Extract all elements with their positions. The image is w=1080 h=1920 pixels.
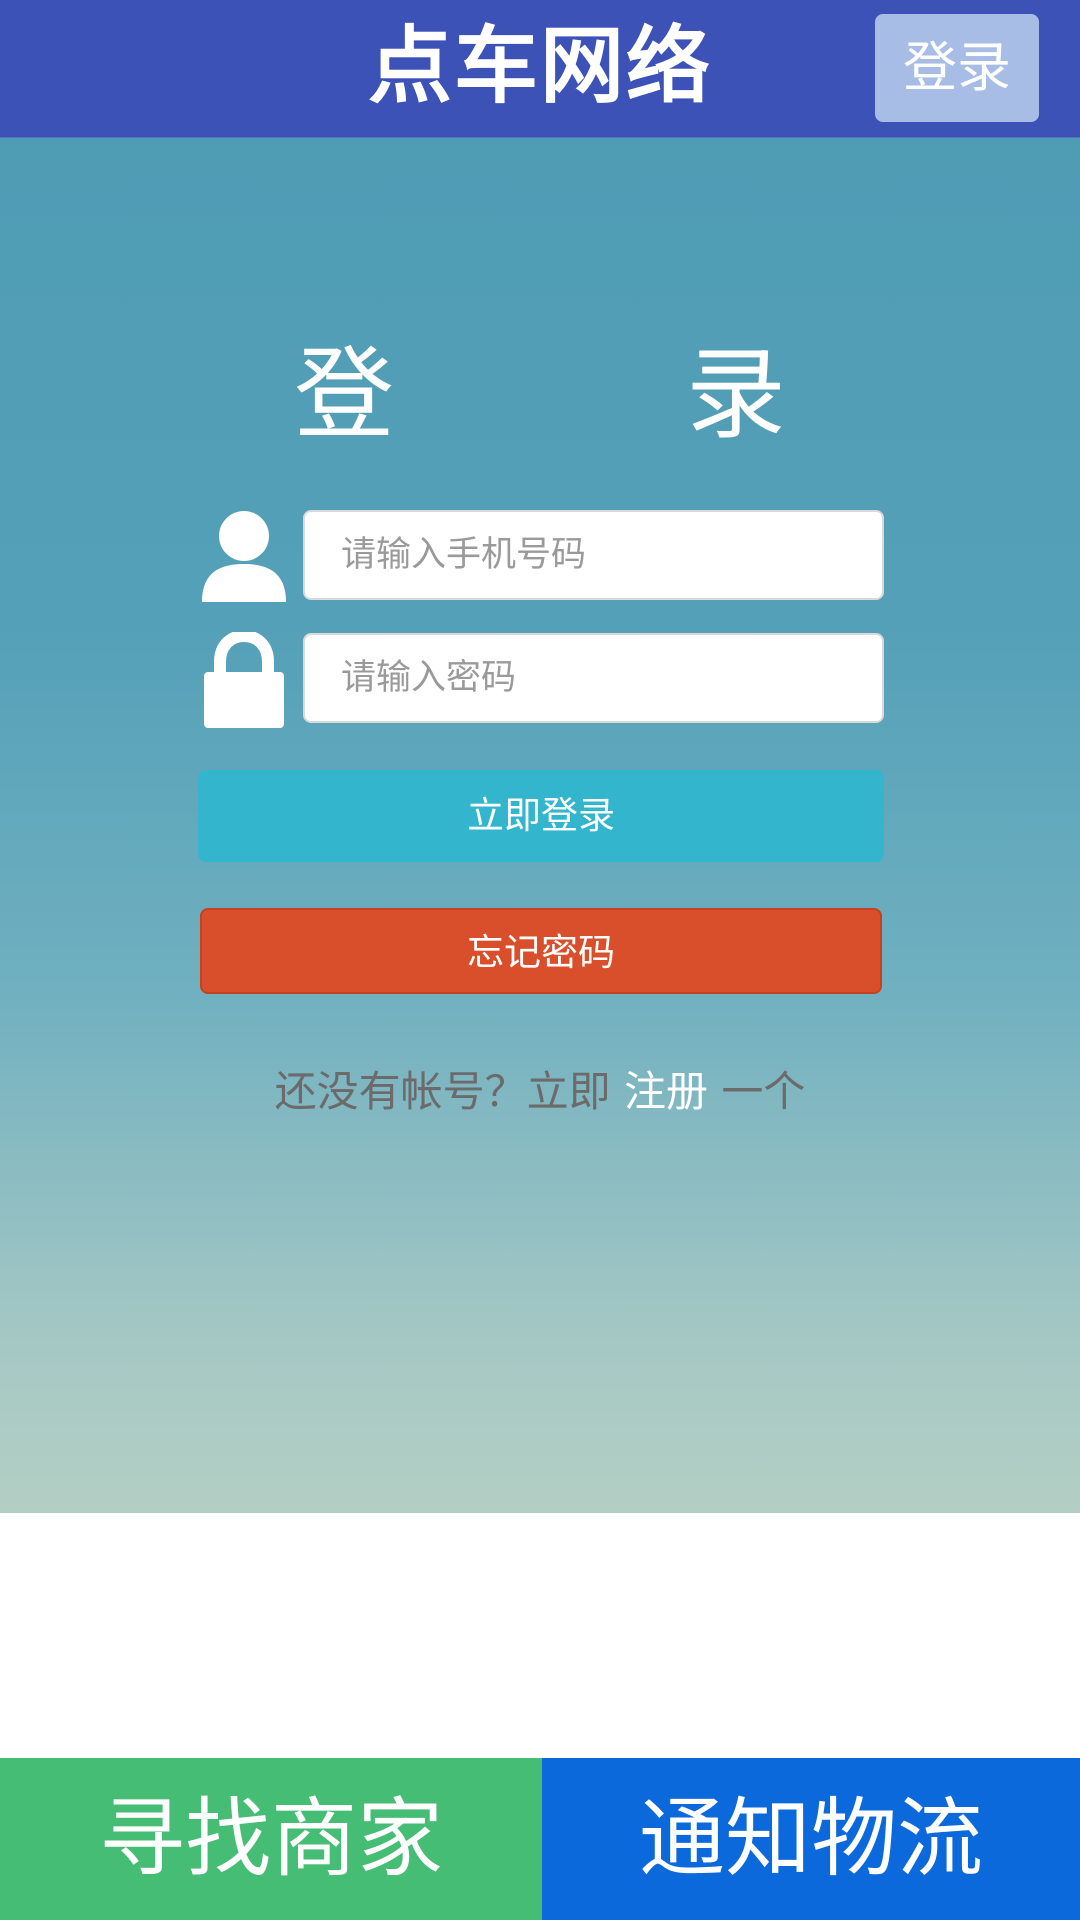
login-title: 登 录 — [294, 336, 916, 453]
notify-logistics-button[interactable]: 通知物流 — [542, 1758, 1080, 1920]
register-prompt: 还没有帐号？立即 注册 一个 — [0, 1058, 1080, 1119]
header-login-button[interactable]: 登录 — [875, 14, 1039, 122]
user-icon — [202, 511, 286, 602]
phone-input[interactable]: 请输入手机号码 — [303, 510, 884, 600]
login-submit-button[interactable]: 立即登录 — [198, 770, 884, 862]
top-app-bar: 点车网络 登录 — [0, 0, 1080, 138]
login-panel: 登 录 请输入手机号码 请输入密码 立即登录 忘记密码 还没有帐号？立即 注册 … — [0, 138, 1080, 1513]
password-input[interactable]: 请输入密码 — [303, 633, 884, 723]
register-link[interactable]: 注册 — [624, 1067, 708, 1116]
register-prefix: 还没有帐号？立即 — [274, 1067, 611, 1116]
page: 点车网络 登录 登 录 请输入手机号码 请输入密码 立即登录 忘记密码 还没有帐… — [0, 0, 1080, 1920]
find-merchant-button[interactable]: 寻找商家 — [0, 1758, 542, 1920]
forgot-password-button[interactable]: 忘记密码 — [200, 908, 882, 994]
register-suffix: 一个 — [721, 1067, 806, 1116]
lock-icon — [204, 632, 284, 728]
